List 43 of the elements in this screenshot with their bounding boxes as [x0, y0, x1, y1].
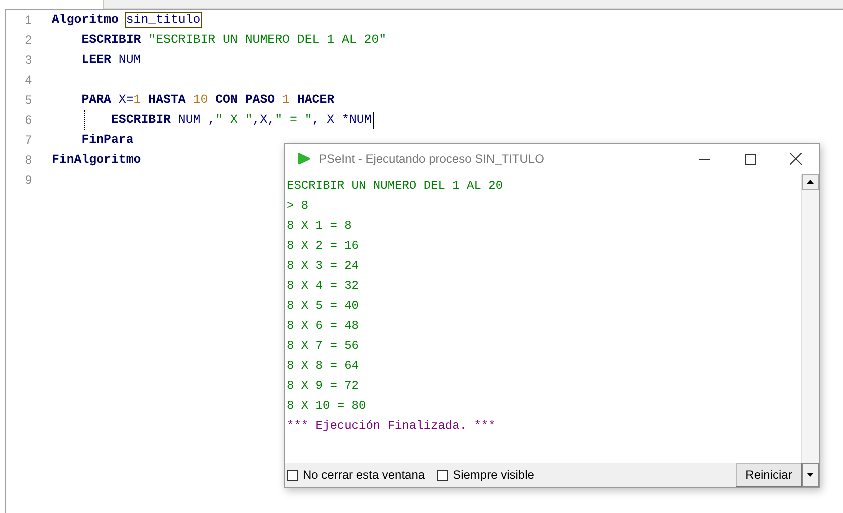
- line-number: 4: [24, 73, 32, 87]
- line-number: 8: [24, 153, 32, 167]
- checkbox[interactable]: [287, 470, 298, 480]
- console-line: 8 X 8 = 64: [287, 358, 360, 375]
- console-line: 8 X 4 = 32: [287, 278, 360, 295]
- console-line: 8 X 6 = 48: [287, 318, 360, 335]
- app-logo-icon: [297, 152, 311, 166]
- scroll-down-button[interactable]: [802, 463, 819, 487]
- line-number: 3: [24, 53, 32, 67]
- line-number: 9: [24, 173, 32, 187]
- close-icon: [790, 153, 802, 165]
- scrollbar[interactable]: [801, 174, 819, 463]
- code-line: FinPara: [80, 133, 134, 147]
- console-line: 8 X 2 = 16: [287, 238, 360, 255]
- status-line: *** Ejecución Finalizada. ***: [287, 418, 497, 435]
- console-line: ESCRIBIR UN NUMERO DEL 1 AL 20: [287, 178, 504, 195]
- code-line: ESCRIBIR "ESCRIBIR UN NUMERO DEL 1 AL 20": [80, 33, 387, 47]
- down-arrow-icon: [807, 473, 814, 477]
- code-line: PARA X=1 HASTA 10 CON PASO 1 HACER: [80, 93, 335, 107]
- console-line: > 8: [287, 198, 310, 215]
- restart-button[interactable]: Reiniciar: [736, 463, 802, 487]
- scroll-up-button[interactable]: [802, 174, 819, 190]
- console-line: 8 X 5 = 40: [287, 298, 360, 315]
- line-number: 6: [24, 113, 32, 127]
- up-arrow-icon: [807, 180, 814, 184]
- line-number: 5: [24, 93, 32, 107]
- checkbox-label: Siempre visible: [453, 468, 534, 482]
- code-line: LEER NUM: [80, 53, 142, 67]
- window-title: PSeInt - Ejecutando proceso SIN_TITULO: [319, 152, 546, 166]
- console-line: 8 X 1 = 8: [287, 218, 353, 235]
- console-line: 8 X 9 = 72: [287, 378, 360, 395]
- line-number: 7: [24, 133, 32, 147]
- code-line: FinAlgoritmo: [52, 153, 142, 167]
- checkbox[interactable]: [437, 470, 448, 480]
- code-line: Algoritmo sin_titulo: [52, 13, 201, 27]
- line-number: 2: [24, 33, 32, 47]
- code-line: ESCRIBIR NUM ," X ",X," = ", X *NUM: [52, 112, 374, 128]
- line-number: 1: [24, 13, 32, 27]
- maximize-icon: [744, 154, 756, 164]
- console-line: 8 X 7 = 56: [287, 338, 360, 355]
- checkbox-label: No cerrar esta ventana: [303, 468, 426, 482]
- console-line: 8 X 3 = 24: [287, 258, 360, 275]
- console-line: 8 X 10 = 80: [287, 398, 368, 415]
